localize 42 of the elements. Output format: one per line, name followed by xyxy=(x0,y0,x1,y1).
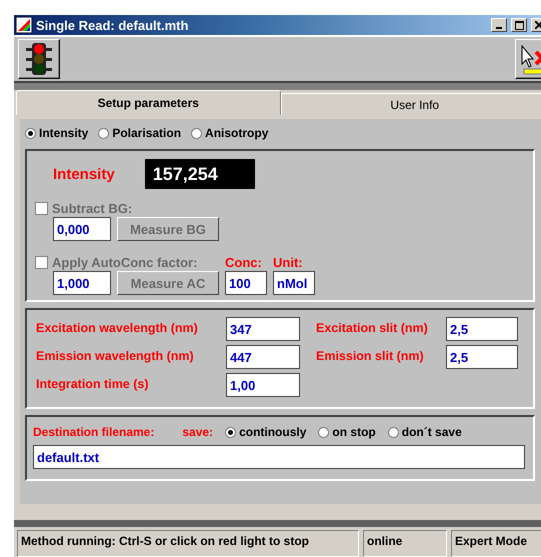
minimize-button[interactable] xyxy=(491,18,507,32)
maximize-button[interactable] xyxy=(511,18,527,32)
field-label: Integration time (s) xyxy=(36,376,150,391)
maximize-icon xyxy=(514,20,524,30)
field-label: Excitation wavelength (nm) xyxy=(36,320,199,335)
tab[interactable]: User Info xyxy=(280,93,541,115)
mode-radio[interactable]: Polarisation xyxy=(98,126,182,140)
save-radio[interactable]: continously xyxy=(225,425,306,439)
status-panel: online xyxy=(363,530,447,557)
field-label: Destination filename: xyxy=(33,425,154,439)
input-field[interactable]: 1,00 xyxy=(226,373,300,397)
tab[interactable]: Setup parameters xyxy=(16,90,281,115)
field-label: Conc: xyxy=(225,255,263,270)
radio-circle[interactable] xyxy=(388,426,399,438)
radio-circle[interactable] xyxy=(225,426,236,438)
reading-display: 157,254 xyxy=(144,159,255,189)
input-field[interactable]: 2,5 xyxy=(446,317,518,341)
reading-label: Intensity xyxy=(53,166,115,182)
window-title: Single Read: default.mth xyxy=(36,18,190,32)
status-panel: Method running: Ctrl-S or click on red light to stop xyxy=(17,530,359,557)
app-icon xyxy=(16,17,32,33)
mode-radio[interactable]: Intensity xyxy=(25,126,88,140)
save-radio[interactable]: on stop xyxy=(318,425,376,439)
input-field[interactable]: 347 xyxy=(226,317,300,341)
field-label: Excitation slit (nm) xyxy=(316,320,429,335)
traffic-light-icon xyxy=(24,42,54,76)
radio-circle[interactable] xyxy=(98,128,110,138)
save-radio[interactable]: don´t save xyxy=(388,425,462,439)
status-panel: Expert Mode xyxy=(451,530,541,557)
field-label: Unit: xyxy=(273,255,304,270)
radio-circle[interactable] xyxy=(25,128,36,138)
filename-field[interactable]: default.txt xyxy=(33,445,525,469)
radio-circle[interactable] xyxy=(318,426,330,438)
traffic-light-button[interactable] xyxy=(18,39,60,79)
mode-radio[interactable]: Anisotropy xyxy=(191,126,268,140)
close-icon xyxy=(535,21,541,29)
radio-circle[interactable] xyxy=(191,128,202,138)
field-label: Emission slit (nm) xyxy=(316,348,425,363)
input-field[interactable]: 2,5 xyxy=(446,345,518,369)
field-label: save: xyxy=(182,425,214,439)
input-field[interactable]: 447 xyxy=(226,345,300,369)
field-label: Emission wavelength (nm) xyxy=(36,348,195,363)
